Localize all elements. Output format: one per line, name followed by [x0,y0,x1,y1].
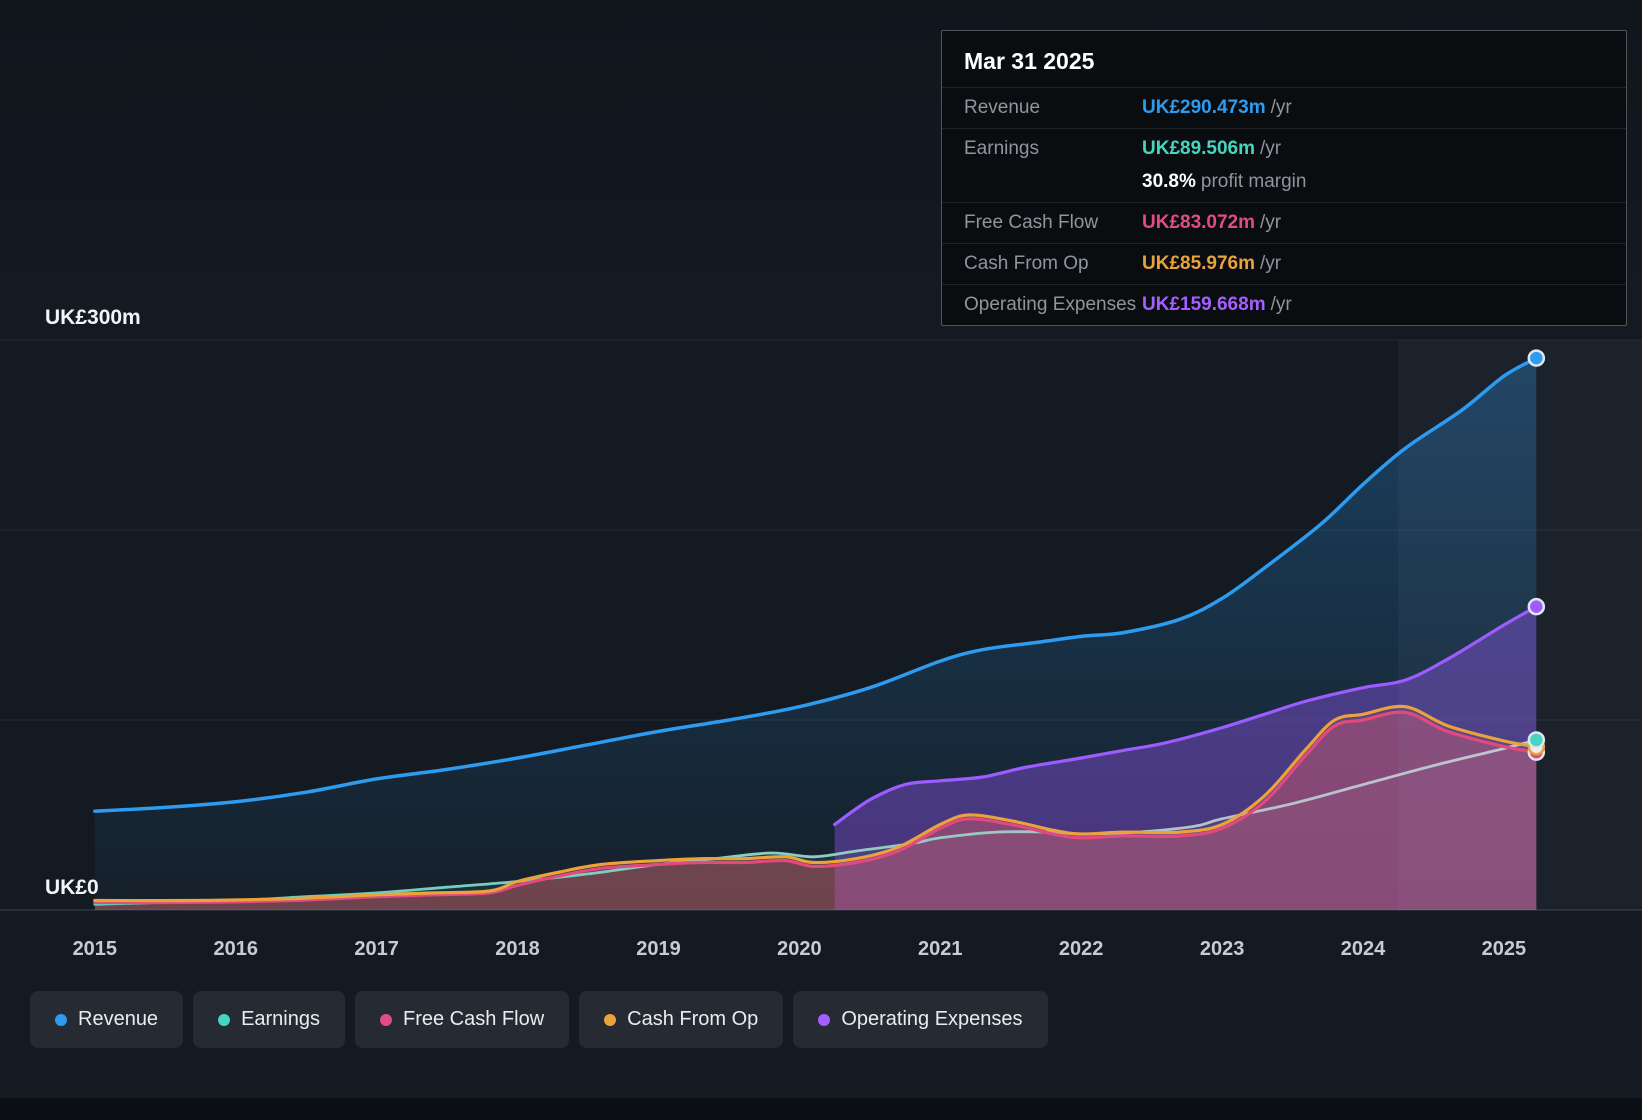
tooltip-row-label: Earnings [964,138,1039,159]
tooltip-row-suffix: /yr [1260,138,1282,159]
tooltip-row-value: UK£83.072m [1142,212,1256,233]
tooltip-rows: Revenue UK£290.473m /yr Earnings UK£89.506m… [942,87,1626,325]
legend-dot-operating-expenses [818,1013,831,1026]
x-tick-label-2025: 2025 [1482,938,1527,960]
tooltip-row-operating-expenses: Operating Expenses UK£159.668m /yr [942,284,1626,325]
x-tick-label-2024: 2024 [1341,938,1386,960]
tooltip-row-revenue: Revenue UK£290.473m /yr [942,87,1626,128]
tooltip-row-value: UK£85.976m [1142,253,1256,274]
legend-item-revenue[interactable]: Revenue [30,991,184,1048]
x-tick-label-2023: 2023 [1200,938,1245,960]
tooltip-row-cash-from-op: Cash From Op UK£85.976m /yr [942,243,1626,284]
tooltip-row-suffix: /yr [1260,212,1282,233]
legend-item-cash-from-op[interactable]: Cash From Op [579,991,784,1048]
end-marker-earnings [1527,731,1546,749]
tooltip-row-suffix: /yr [1270,97,1292,118]
x-tick-label-2015: 2015 [73,938,118,960]
tooltip-row-suffix: profit margin [1200,171,1307,192]
legend-dot-cash-from-op [604,1013,617,1026]
highlight-band [1398,340,1642,910]
legend-label: Free Cash Flow [403,1008,545,1030]
tooltip-row-label: Revenue [964,97,1041,118]
tooltip-row-value: UK£159.668m [1142,294,1266,315]
bottom-strip [0,1098,1642,1120]
tooltip-row-label: Free Cash Flow [964,212,1099,233]
x-tick-label-2016: 2016 [213,938,258,960]
legend-dot-earnings [218,1013,231,1026]
tooltip-date: Mar 31 2025 [964,48,1095,74]
tooltip-row-free-cash-flow: Free Cash Flow UK£83.072m /yr [942,202,1626,243]
tooltip-row-label: Operating Expenses [964,294,1137,315]
legend-item-earnings[interactable]: Earnings [193,991,345,1048]
legend-label: Cash From Op [627,1008,759,1030]
tooltip-row-suffix: /yr [1270,294,1292,315]
tooltip-row-label: Cash From Op [964,253,1089,274]
x-tick-label-2017: 2017 [354,938,399,960]
end-marker-revenue [1527,349,1546,367]
tooltip-row-suffix: /yr [1260,253,1282,274]
legend-label: Operating Expenses [841,1008,1023,1030]
x-tick-label-2019: 2019 [636,938,681,960]
x-tick-label-2021: 2021 [918,938,963,960]
legend-label: Earnings [241,1008,320,1030]
legend-dot-revenue [55,1013,67,1026]
legend-dot-free-cash-flow [380,1013,392,1026]
tooltip-row-value: 30.8% [1142,171,1196,192]
end-marker-operating-expenses [1527,597,1546,616]
y-axis-label-300: UK£300m [45,306,141,329]
legend-label: Revenue [78,1008,159,1030]
x-tick-label-2018: 2018 [495,938,540,960]
x-tick-label-2022: 2022 [1059,938,1104,960]
x-tick-label-2020: 2020 [777,938,822,960]
timeseries-chart[interactable]: UK£300m UK£0 2015 2016 2017 2018 2019 2020 2021 2… [0,295,1642,975]
y-axis-label-0: UK£0 [45,876,99,899]
tooltip-row-value: UK£89.506m [1142,138,1256,159]
earnings-revenue-chart-page: Mar 31 2025 Revenue UK£290.473m /yr Earnin… [0,0,1642,1120]
legend-item-operating-expenses[interactable]: Operating Expenses [793,991,1048,1048]
chart-area[interactable]: UK£300m UK£0 2015 2016 2017 2018 2019 2020 2021 2… [0,295,1642,975]
chart-tooltip: Mar 31 2025 Revenue UK£290.473m /yr Earnin… [941,30,1627,326]
legend-item-free-cash-flow[interactable]: Free Cash Flow [355,991,570,1048]
tooltip-row-value: UK£290.473m [1142,97,1266,118]
legend: Revenue Earnings Free Cash Flow Cash From O… [30,991,1048,1048]
tooltip-row-profit-margin: 30.8% profit margin [942,169,1626,202]
tooltip-row-earnings: Earnings UK£89.506m /yr [942,128,1626,169]
